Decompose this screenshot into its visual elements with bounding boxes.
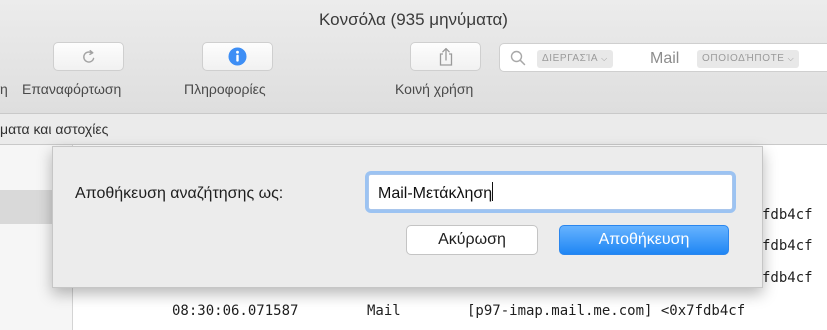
share-icon — [439, 47, 452, 66]
search-token-any[interactable]: ΟΠΟΙΟΔΉΠΟΤΕ ⌵ — [697, 50, 800, 68]
info-icon — [228, 47, 247, 66]
window-title: Κονσόλα (935 μηνύματα) — [319, 10, 508, 29]
save-search-dialog: Αποθήκευση αναζήτησης ως: Mail-Μετάκληση… — [52, 146, 763, 288]
toolbar-clipped-label: η — [0, 81, 8, 97]
chevron-down-icon: ⌵ — [601, 54, 608, 63]
toolbar: Κονσόλα (935 μηνύματα) η Επαναφόρτωση Πλ… — [0, 0, 827, 113]
log-row-message: [p97-imap.mail.me.com] <0x7fdb4cf — [467, 303, 746, 319]
reload-label: Επαναφόρτωση — [22, 81, 122, 97]
reload-button[interactable] — [53, 42, 124, 71]
share-button[interactable] — [410, 42, 481, 71]
info-button[interactable] — [202, 42, 273, 71]
search-token-process[interactable]: ΔΙΕΡΓΑΣΊΑ ⌵ — [537, 50, 613, 68]
chevron-down-icon: ⌵ — [787, 54, 795, 63]
text-caret — [492, 182, 494, 201]
search-icon — [510, 50, 526, 66]
save-search-label: Αποθήκευση αναζήτησης ως: — [75, 185, 284, 202]
save-button[interactable]: Αποθήκευση — [559, 225, 729, 255]
reload-icon — [82, 49, 94, 63]
info-label: Πληροφορίες — [184, 81, 266, 97]
section-label: ματα και αστοχίες — [0, 121, 109, 137]
log-row-process: Mail — [367, 303, 401, 319]
log-line-fragment: fdb4cf — [762, 270, 813, 286]
share-label: Κοινή χρήση — [395, 81, 474, 97]
cancel-button[interactable]: Ακύρωση — [406, 225, 538, 255]
search-field[interactable]: ΔΙΕΡΓΑΣΊΑ ⌵ Mail ΟΠΟΙΟΔΉΠΟΤΕ ⌵ — [499, 43, 827, 72]
search-token-any-label: ΟΠΟΙΟΔΉΠΟΤΕ — [702, 53, 785, 64]
log-row-time: 08:30:06.071587 — [172, 303, 299, 319]
log-line-fragment: fdb4cf — [762, 207, 813, 223]
search-name-input[interactable]: Mail-Μετάκληση — [368, 174, 733, 210]
log-line-fragment: fdb4cf — [762, 238, 813, 254]
search-name-value: Mail-Μετάκληση — [378, 185, 493, 202]
search-token-value[interactable]: Mail — [650, 50, 679, 68]
section-header: ματα και αστοχίες — [0, 113, 827, 145]
search-token-process-label: ΔΙΕΡΓΑΣΊΑ — [542, 53, 599, 64]
